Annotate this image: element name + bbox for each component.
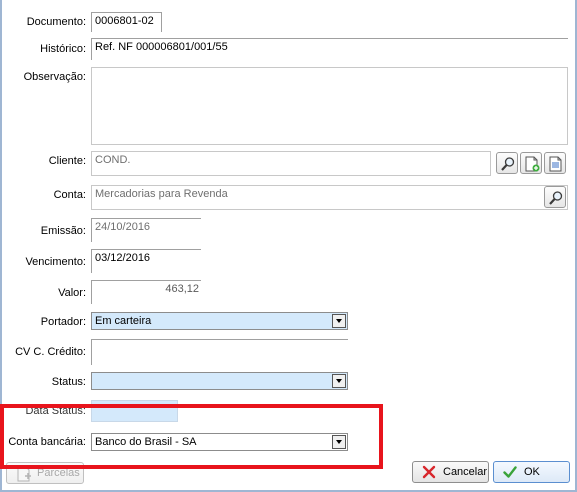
valor-field[interactable]: 463,12 [91,280,201,304]
portador-value: Em carteira [95,315,152,327]
conta-field[interactable]: Mercadorias para Revenda [91,185,568,210]
chevron-down-icon[interactable] [332,314,346,328]
close-icon [422,465,436,479]
observacao-textarea[interactable] [91,67,568,145]
cancel-button[interactable]: Cancelar [412,461,489,483]
valor-label: Valor: [58,287,86,299]
observacao-label: Observação: [23,71,86,83]
magnifier-icon [501,157,515,171]
cliente-search-button[interactable] [496,152,518,174]
chevron-down-icon[interactable] [332,374,346,388]
conta-bancaria-label: Conta bancária: [8,436,86,448]
ok-label: OK [524,466,540,478]
cv-credito-field[interactable] [91,339,348,365]
status-label: Status: [51,376,86,388]
conta-label: Conta: [53,189,86,201]
document-icon [549,156,562,172]
cliente-field[interactable]: COND. [91,151,491,176]
data-status-label: Data Status: [25,405,86,417]
chevron-down-icon[interactable] [332,435,346,449]
emissao-field[interactable]: 24/10/2016 [91,218,201,242]
parcelas-label: Parcelas [37,467,80,479]
document-add-icon [17,466,31,482]
cv-credito-label: CV C. Crédito: [15,346,86,358]
historico-label: Histórico: [40,43,86,55]
documento-label: Documento: [26,16,86,28]
checkmark-icon [503,466,517,478]
parcelas-button[interactable]: Parcelas [6,462,84,484]
cliente-label: Cliente: [48,155,86,167]
ok-button[interactable]: OK [493,461,570,483]
data-status-field[interactable] [91,400,178,422]
status-select[interactable] [91,372,348,390]
documento-field[interactable]: 0006801-02 [91,12,162,32]
cliente-new-button[interactable] [520,152,542,174]
conta-bancaria-select[interactable]: Banco do Brasil - SA [91,433,348,451]
portador-select[interactable]: Em carteira [91,312,348,330]
vencimento-label: Vencimento: [25,256,86,268]
conta-bancaria-value: Banco do Brasil - SA [95,436,197,448]
emissao-label: Emissão: [40,225,86,237]
cancel-label: Cancelar [443,466,488,478]
cliente-edit-button[interactable] [544,152,566,174]
portador-label: Portador: [40,316,86,328]
new-document-icon [525,156,540,172]
historico-field[interactable]: Ref. NF 000006801/001/55 [91,38,568,60]
vencimento-field[interactable]: 03/12/2016 [91,249,201,273]
conta-search-button[interactable] [544,186,566,208]
magnifier-icon [549,191,563,205]
